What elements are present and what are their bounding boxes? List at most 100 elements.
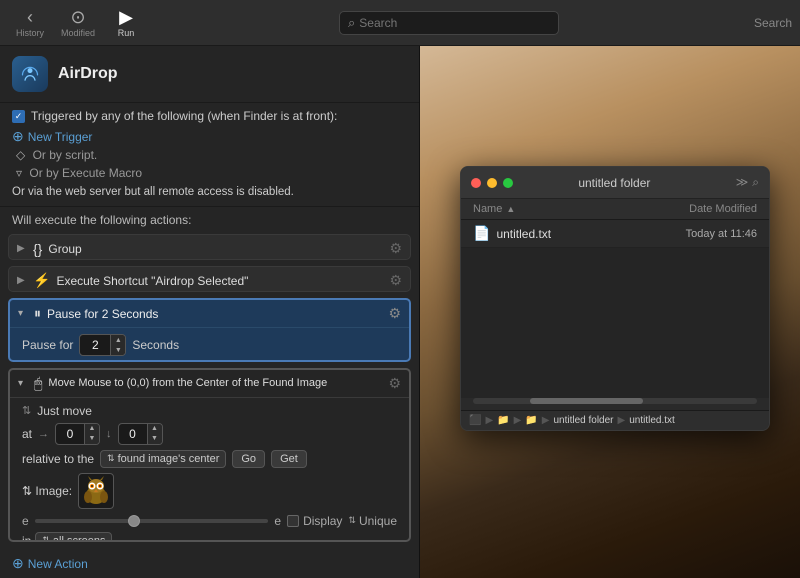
trigger-checkbox[interactable]: ✓ bbox=[12, 110, 25, 123]
action-execute-header[interactable]: ▶ ⚡ Execute Shortcut "Airdrop Selected" … bbox=[9, 267, 410, 292]
action-pause-header[interactable]: ▾ ⏸ Pause for 2 Seconds ⚙ bbox=[10, 300, 409, 327]
all-screens-select[interactable]: ⇅ all screens bbox=[35, 532, 112, 542]
slider-thumb bbox=[128, 515, 140, 527]
slider-left-e: e bbox=[22, 514, 29, 528]
action-gear-group[interactable]: ⚙ bbox=[389, 240, 402, 257]
y-coord-input[interactable] bbox=[119, 425, 147, 443]
left-panel: AirDrop ✓ Triggered by any of the follow… bbox=[0, 46, 420, 578]
trigger-warning: Or via the web server but all remote acc… bbox=[12, 182, 407, 200]
new-action-label: New Action bbox=[28, 557, 88, 571]
seconds-label: Seconds bbox=[132, 338, 179, 352]
up-down-icon: ⇅ bbox=[22, 404, 31, 417]
up-down-small-icon: ⇅ bbox=[107, 453, 115, 464]
action-group-header[interactable]: ▶ {} Group ⚙ bbox=[9, 235, 410, 260]
right-panel: untitled folder ≫ ⌕ Name ▲ Date Modified… bbox=[420, 46, 800, 578]
display-label: Display bbox=[303, 514, 342, 528]
scrollbar-thumb bbox=[530, 398, 644, 404]
trigger-text: Triggered by any of the following (when … bbox=[31, 109, 337, 123]
move-expanded: ⇅ Just move at → ▲ ▼ ↓ bbox=[10, 397, 409, 542]
finder-path-untitled-folder[interactable]: untitled folder bbox=[553, 415, 613, 426]
finder-more-btn[interactable]: ≫ bbox=[736, 175, 749, 190]
owl-thumbnail[interactable] bbox=[78, 473, 114, 509]
finder-path-root[interactable]: ⬛ bbox=[469, 415, 481, 426]
x-stepper-up[interactable]: ▲ bbox=[85, 424, 99, 434]
new-trigger-btn[interactable]: ⊕ New Trigger bbox=[12, 127, 407, 146]
finder-path-folder1[interactable]: 📁 bbox=[497, 415, 509, 426]
actions-header: Will execute the following actions: bbox=[0, 207, 419, 231]
search-input[interactable] bbox=[359, 16, 550, 30]
y-stepper-up[interactable]: ▲ bbox=[148, 424, 162, 434]
at-row: at → ▲ ▼ ↓ ▲ ▼ bbox=[22, 423, 397, 445]
finder-titlebar: untitled folder ≫ ⌕ bbox=[461, 167, 769, 199]
y-stepper-down[interactable]: ▼ bbox=[148, 434, 162, 444]
history-button[interactable]: ‹ History bbox=[8, 4, 52, 42]
action-toggle-move: ▾ bbox=[18, 378, 28, 389]
main-area: AirDrop ✓ Triggered by any of the follow… bbox=[0, 46, 800, 578]
action-move-header[interactable]: ▾ 🖱 Move Mouse to (0,0) from the Center … bbox=[10, 370, 409, 397]
action-gear-move[interactable]: ⚙ bbox=[388, 375, 401, 392]
new-trigger-label: New Trigger bbox=[28, 130, 93, 144]
action-pause: ▾ ⏸ Pause for 2 Seconds ⚙ Pause for ▲ ▼ … bbox=[8, 298, 411, 361]
screens-row: in ⇅ all screens bbox=[22, 532, 397, 542]
action-group: ▶ {} Group ⚙ bbox=[8, 234, 411, 260]
finder-column-header: Name ▲ Date Modified bbox=[461, 199, 769, 220]
or-by-execute: ▿ Or by Execute Macro bbox=[12, 164, 407, 182]
down-arrow-icon: ↓ bbox=[106, 428, 112, 440]
get-button[interactable]: Get bbox=[271, 450, 307, 468]
run-icon: ▶ bbox=[119, 8, 133, 26]
toolbar: ‹ History ⊙ Modified ▶ Run ⌕ Search bbox=[0, 0, 800, 46]
trigger-section: ✓ Triggered by any of the following (whe… bbox=[0, 103, 419, 207]
clock-icon: ⊙ bbox=[70, 8, 85, 26]
accuracy-slider[interactable] bbox=[35, 519, 269, 523]
new-action-button[interactable]: ⊕ New Action bbox=[12, 555, 88, 572]
plus-icon: ⊕ bbox=[12, 128, 24, 145]
display-checkbox[interactable] bbox=[287, 515, 299, 527]
relative-row: relative to the ⇅ found image's center G… bbox=[22, 450, 397, 468]
finder-file-row[interactable]: 📄 untitled.txt Today at 11:46 bbox=[461, 220, 769, 248]
finder-path-file[interactable]: untitled.txt bbox=[629, 415, 675, 426]
in-label: in bbox=[22, 534, 31, 542]
trigger-checkbox-row: ✓ Triggered by any of the following (whe… bbox=[12, 109, 407, 123]
action-toggle-execute: ▶ bbox=[17, 275, 27, 286]
finder-path-folder2[interactable]: 📁 bbox=[525, 415, 537, 426]
slider-row: e e Display ⇅ Unique bbox=[22, 514, 397, 528]
horizontal-scrollbar[interactable] bbox=[473, 398, 757, 404]
action-toggle-group: ▶ bbox=[17, 243, 27, 254]
pause-value-input[interactable] bbox=[80, 336, 110, 354]
action-pause-title: Pause for 2 Seconds bbox=[47, 307, 382, 321]
close-button[interactable] bbox=[471, 178, 481, 188]
file-icon: 📄 bbox=[473, 225, 490, 242]
found-image-select[interactable]: ⇅ found image's center bbox=[100, 450, 226, 468]
action-gear-pause[interactable]: ⚙ bbox=[388, 305, 401, 322]
go-button[interactable]: Go bbox=[232, 450, 265, 468]
x-coord-input[interactable] bbox=[56, 425, 84, 443]
run-button[interactable]: ▶ Run bbox=[104, 4, 148, 42]
right-arrow-icon: → bbox=[38, 428, 49, 440]
image-label: ⇅ Image: bbox=[22, 484, 72, 498]
unique-select[interactable]: ⇅ Unique bbox=[348, 514, 397, 528]
up-down-unique-icon: ⇅ bbox=[348, 515, 356, 526]
search-label: Search bbox=[754, 16, 792, 30]
action-gear-execute[interactable]: ⚙ bbox=[389, 272, 402, 289]
owl-svg bbox=[80, 475, 112, 507]
stepper-down[interactable]: ▼ bbox=[111, 345, 125, 355]
action-move-title: Move Mouse to (0,0) from the Center of t… bbox=[48, 377, 382, 389]
macro-title: AirDrop bbox=[58, 65, 118, 83]
screens-label: all screens bbox=[53, 535, 106, 542]
relative-label: relative to the bbox=[22, 452, 94, 466]
move-icon: 🖱 bbox=[34, 375, 42, 392]
finder-search-btn[interactable]: ⌕ bbox=[752, 175, 759, 190]
stepper-up[interactable]: ▲ bbox=[111, 335, 125, 345]
minimize-button[interactable] bbox=[487, 178, 497, 188]
finder-col-date[interactable]: Date Modified bbox=[689, 203, 757, 215]
finder-col-name[interactable]: Name ▲ bbox=[473, 203, 689, 215]
x-stepper-down[interactable]: ▼ bbox=[85, 434, 99, 444]
action-toggle-pause: ▾ bbox=[18, 308, 28, 319]
action-group-title: Group bbox=[48, 242, 383, 256]
new-action-bar: ⊕ New Action bbox=[0, 549, 419, 578]
execute-icon: ⚡ bbox=[33, 272, 50, 289]
pause-input-wrap: ▲ ▼ bbox=[79, 334, 126, 356]
unique-label: Unique bbox=[359, 514, 397, 528]
modified-button[interactable]: ⊙ Modified bbox=[56, 4, 100, 42]
y-coord-wrap: ▲ ▼ bbox=[118, 423, 163, 445]
